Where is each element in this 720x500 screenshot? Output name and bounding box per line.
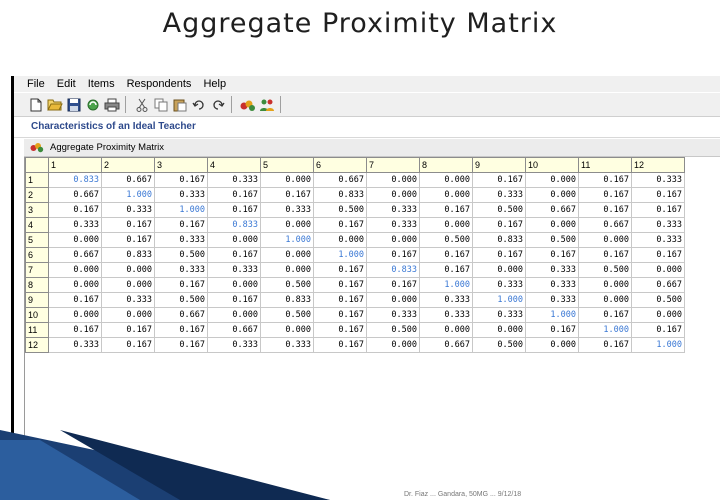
slide-footer: Dr. Fiaz ... Gandara, 50MG ... 9/12/18 (404, 491, 522, 498)
slide-decoration (0, 430, 330, 500)
